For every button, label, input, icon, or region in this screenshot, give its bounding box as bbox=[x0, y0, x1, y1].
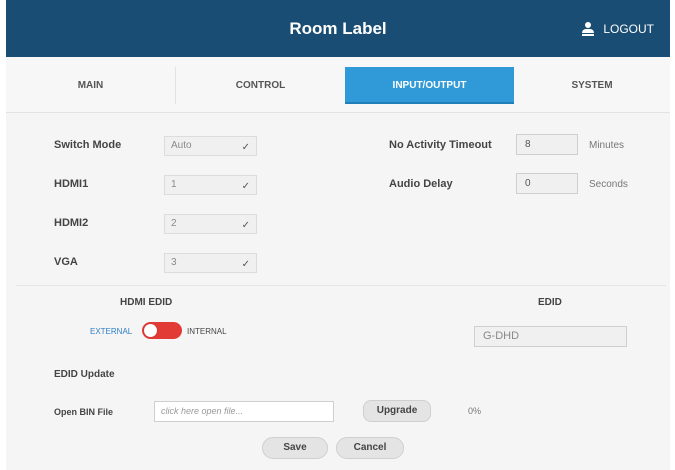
logout-button[interactable]: LOGOUT bbox=[582, 0, 654, 57]
logout-label: LOGOUT bbox=[603, 21, 654, 36]
edid-source-toggle[interactable] bbox=[142, 322, 182, 339]
chevron-down-icon: ✓ bbox=[241, 259, 250, 270]
internal-label: INTERNAL bbox=[187, 327, 227, 336]
app-frame: Room Label LOGOUT MAIN CONTROL INPUT/OUT… bbox=[6, 0, 670, 470]
edid-value-field: G-DHD bbox=[474, 326, 627, 347]
save-button[interactable]: Save bbox=[262, 437, 328, 459]
vga-label: VGA bbox=[54, 256, 78, 268]
vga-select[interactable]: 3 ✓ bbox=[164, 253, 257, 273]
seconds-unit: Seconds bbox=[589, 179, 628, 190]
edid-title: EDID bbox=[538, 297, 562, 308]
user-icon bbox=[582, 21, 595, 36]
edid-update-title: EDID Update bbox=[54, 369, 115, 380]
hdmi1-value: 1 bbox=[171, 179, 177, 190]
switch-mode-value: Auto bbox=[171, 140, 192, 151]
hdmi1-label: HDMI1 bbox=[54, 178, 89, 190]
hdmi-edid-title: HDMI EDID bbox=[120, 297, 173, 308]
external-label: EXTERNAL bbox=[90, 327, 133, 336]
switch-mode-label: Switch Mode bbox=[54, 139, 122, 151]
tab-control[interactable]: CONTROL bbox=[176, 67, 345, 104]
tab-bar: MAIN CONTROL INPUT/OUTPUT SYSTEM bbox=[6, 57, 670, 113]
hdmi2-label: HDMI2 bbox=[54, 217, 89, 229]
toggle-knob bbox=[144, 324, 157, 337]
upgrade-button[interactable]: Upgrade bbox=[363, 400, 431, 422]
upgrade-progress: 0% bbox=[468, 406, 482, 416]
chevron-down-icon: ✓ bbox=[241, 142, 250, 153]
hdmi2-value: 2 bbox=[171, 218, 177, 229]
hdmi1-select[interactable]: 1 ✓ bbox=[164, 175, 257, 195]
audio-delay-label: Audio Delay bbox=[389, 178, 453, 190]
vga-value: 3 bbox=[171, 257, 177, 268]
switch-mode-select[interactable]: Auto ✓ bbox=[164, 136, 257, 156]
audio-delay-input[interactable]: 0 bbox=[516, 173, 578, 194]
file-picker-input[interactable]: click here open file... bbox=[154, 401, 334, 422]
cancel-button[interactable]: Cancel bbox=[336, 437, 404, 459]
chevron-down-icon: ✓ bbox=[241, 220, 250, 231]
chevron-down-icon: ✓ bbox=[241, 181, 250, 192]
tab-input-output[interactable]: INPUT/OUTPUT bbox=[345, 67, 514, 104]
no-activity-timeout-label: No Activity Timeout bbox=[389, 139, 492, 151]
tab-system[interactable]: SYSTEM bbox=[514, 67, 670, 104]
room-title: Room Label bbox=[289, 19, 387, 38]
open-bin-file-label: Open BIN File bbox=[54, 407, 114, 417]
section-divider bbox=[16, 285, 666, 286]
header-bar: Room Label LOGOUT bbox=[6, 0, 670, 57]
minutes-unit: Minutes bbox=[589, 140, 625, 151]
no-activity-timeout-input[interactable]: 8 bbox=[516, 134, 578, 155]
hdmi2-select[interactable]: 2 ✓ bbox=[164, 214, 257, 234]
tab-main[interactable]: MAIN bbox=[6, 67, 176, 104]
